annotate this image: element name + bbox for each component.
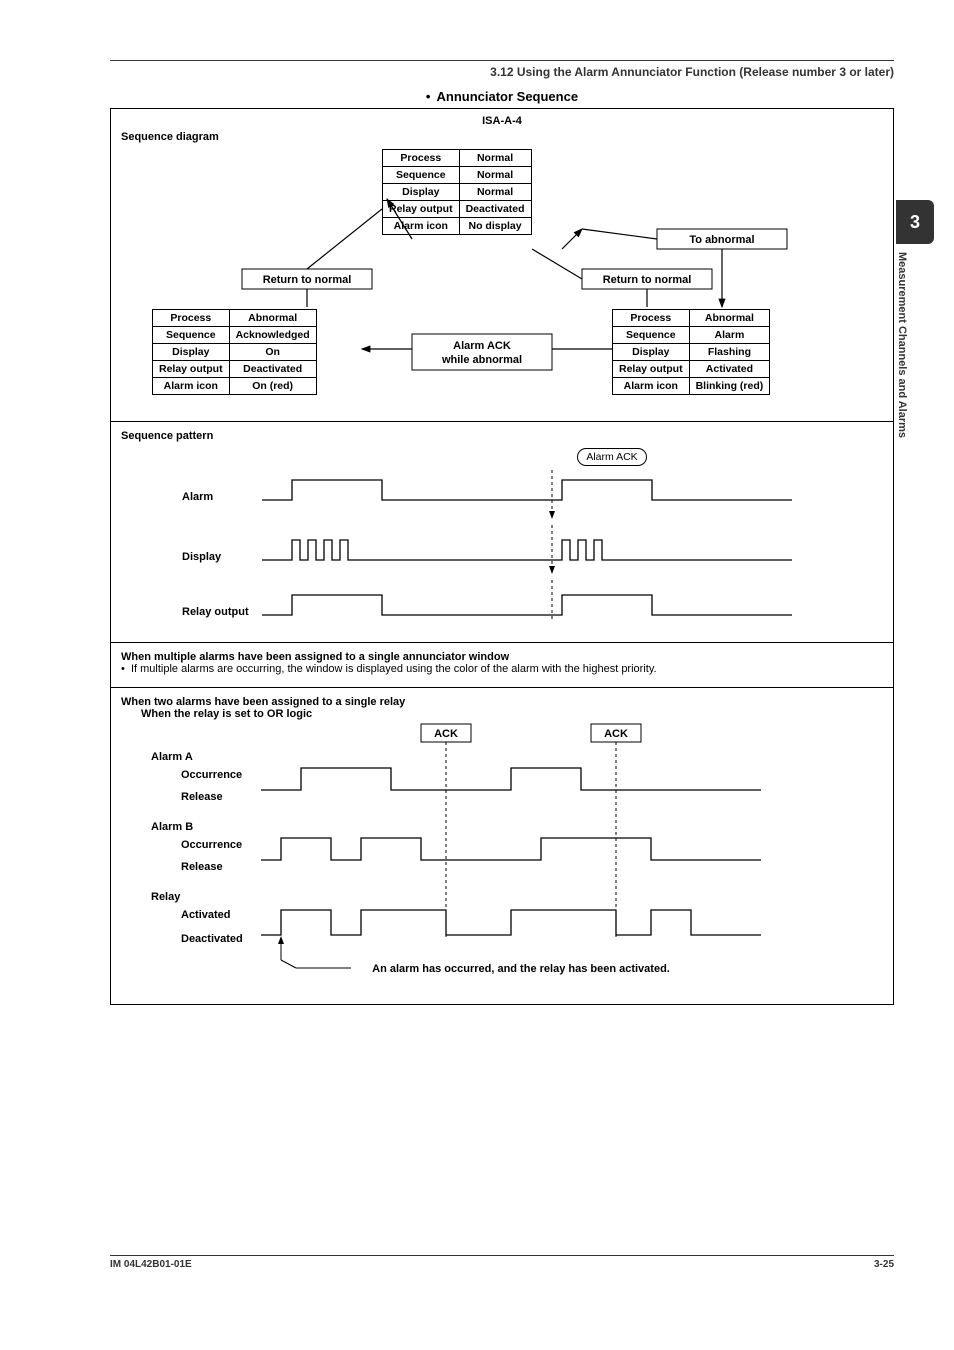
chapter-tab: 3	[896, 200, 934, 244]
multi-alarm-heading: When multiple alarms have been assigned …	[121, 651, 883, 663]
isa-label: ISA-A-4	[121, 115, 883, 127]
return-normal-left: Return to normal	[263, 274, 352, 286]
svg-text:Occurrence: Occurrence	[181, 769, 242, 781]
sequence-pattern-label: Sequence pattern	[121, 430, 883, 442]
svg-text:Release: Release	[181, 861, 223, 873]
footer-left: IM 04L42B01-01E	[110, 1259, 192, 1270]
page-header: 3.12 Using the Alarm Annunciator Functio…	[110, 60, 894, 79]
svg-text:An alarm has occurred, and the: An alarm has occurred, and the relay has…	[372, 963, 670, 975]
sequence-diagram-label: Sequence diagram	[121, 131, 883, 143]
chapter-tab-text: Measurement Channels and Alarms	[896, 244, 908, 438]
svg-text:while abnormal: while abnormal	[441, 354, 522, 366]
return-normal-right: Return to normal	[603, 274, 692, 286]
state-ack-table: ProcessAbnormal SequenceAcknowledged Dis…	[152, 309, 317, 395]
two-alarm-heading: When two alarms have been assigned to a …	[121, 696, 883, 708]
svg-text:Alarm B: Alarm B	[151, 821, 193, 833]
main-box: ISA-A-4 Sequence diagram ProcessNormal S…	[110, 108, 894, 1005]
state-normal-table: ProcessNormal SequenceNormal DisplayNorm…	[382, 149, 532, 235]
svg-text:ACK: ACK	[604, 728, 628, 740]
two-alarm-svg: ACK ACK Alarm A Occurrence Release Alarm…	[121, 720, 821, 990]
section-title-text: Annunciator Sequence	[436, 89, 578, 104]
svg-text:Relay: Relay	[151, 891, 181, 903]
multi-alarm-bullet: • If multiple alarms are occurring, the …	[121, 663, 883, 675]
svg-text:Relay output: Relay output	[182, 606, 249, 618]
svg-text:ACK: ACK	[434, 728, 458, 740]
svg-text:Display: Display	[182, 551, 222, 563]
alarm-ack-round: Alarm ACK	[577, 448, 646, 466]
footer-right: 3-25	[874, 1259, 894, 1270]
page-footer: IM 04L42B01-01E 3-25	[110, 1255, 894, 1270]
svg-text:Occurrence: Occurrence	[181, 839, 242, 851]
svg-text:Deactivated: Deactivated	[181, 933, 243, 945]
to-abnormal-label: To abnormal	[689, 234, 754, 246]
svg-text:Alarm A: Alarm A	[151, 751, 193, 763]
state-abnormal-table: ProcessAbnormal SequenceAlarm DisplayFla…	[612, 309, 770, 395]
or-logic-label: When the relay is set to OR logic	[121, 708, 883, 720]
svg-text:Alarm ACK: Alarm ACK	[453, 340, 511, 352]
sequence-pattern-svg: Alarm Display Relay output	[152, 470, 852, 630]
sequence-diagram: ProcessNormal SequenceNormal DisplayNorm…	[152, 149, 852, 409]
svg-text:Alarm: Alarm	[182, 491, 213, 503]
section-title: •Annunciator Sequence	[110, 89, 894, 104]
svg-text:Activated: Activated	[181, 909, 231, 921]
svg-text:Release: Release	[181, 791, 223, 803]
